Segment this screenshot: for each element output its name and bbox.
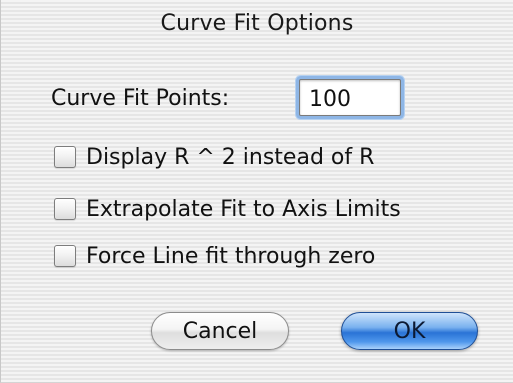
display-r-squared-checkbox[interactable] <box>54 146 76 168</box>
force-line-through-zero-checkbox[interactable] <box>54 245 76 267</box>
curve-fit-points-label: Curve Fit Points: <box>51 86 230 111</box>
extrapolate-fit-checkbox[interactable] <box>54 198 76 220</box>
ok-button[interactable]: OK <box>341 312 478 350</box>
cancel-button[interactable]: Cancel <box>151 312 289 350</box>
force-line-through-zero-label[interactable]: Force Line fit through zero <box>86 244 375 269</box>
force-line-through-zero-option[interactable]: Force Line fit through zero <box>54 241 375 271</box>
curve-fit-options-dialog: Curve Fit Options Curve Fit Points: Disp… <box>0 0 513 383</box>
title-bar: Curve Fit Options <box>1 0 513 44</box>
extrapolate-fit-label[interactable]: Extrapolate Fit to Axis Limits <box>86 197 401 222</box>
extrapolate-fit-option[interactable]: Extrapolate Fit to Axis Limits <box>54 194 401 224</box>
display-r-squared-label[interactable]: Display R ^ 2 instead of R <box>86 145 374 170</box>
curve-fit-points-field[interactable] <box>299 79 401 116</box>
dialog-title: Curve Fit Options <box>160 11 354 36</box>
display-r-squared-option[interactable]: Display R ^ 2 instead of R <box>54 142 374 172</box>
